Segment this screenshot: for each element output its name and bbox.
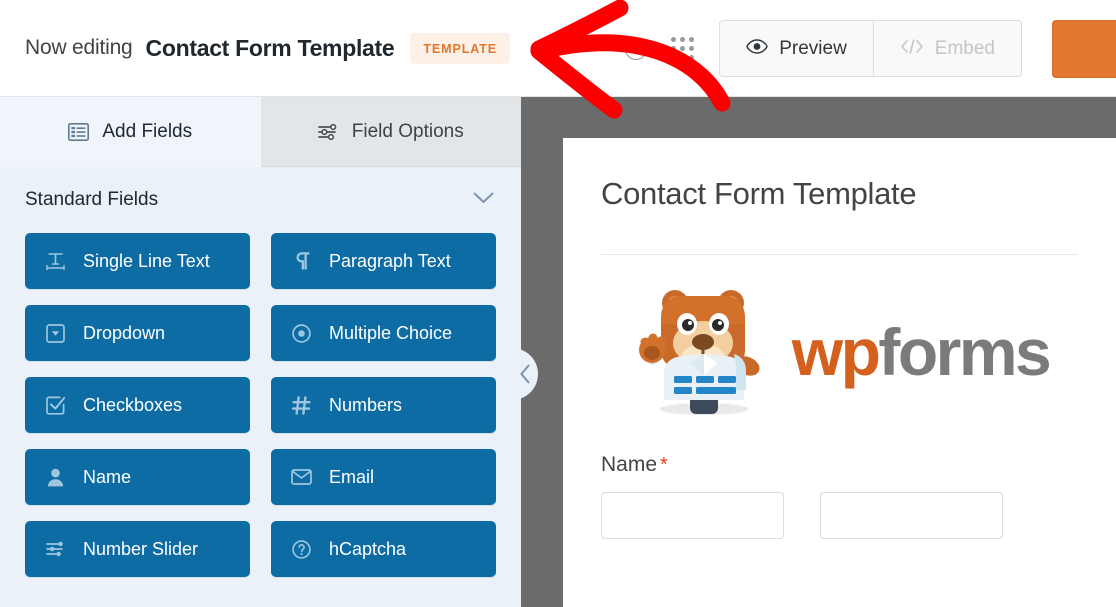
beaver-mascot-icon	[630, 280, 778, 425]
standard-fields-section-header[interactable]: Standard Fields	[0, 167, 521, 233]
field-button-number-slider[interactable]: Number Slider	[25, 521, 250, 577]
checkbox-check-icon	[45, 396, 66, 415]
embed-button[interactable]: Embed	[874, 21, 1021, 76]
apps-grid-button[interactable]	[665, 32, 699, 66]
header-actions: ? Preview Embed	[619, 0, 1116, 97]
field-button-label: Single Line Text	[83, 250, 210, 271]
field-button-name[interactable]: Name	[25, 449, 250, 505]
app-header: Now editing Contact Form Template TEMPLA…	[0, 0, 1116, 97]
logo-text-wp: wp	[791, 315, 881, 389]
field-button-hcaptcha[interactable]: hCaptcha	[271, 521, 496, 577]
standard-fields-grid: Single Line Text Paragraph Text Dropdown…	[0, 233, 521, 577]
field-button-checkboxes[interactable]: Checkboxes	[25, 377, 250, 433]
field-button-email[interactable]: Email	[271, 449, 496, 505]
chevron-down-icon[interactable]	[473, 191, 494, 209]
tab-field-options-label: Field Options	[351, 120, 464, 142]
code-brackets-icon	[900, 38, 924, 60]
tab-add-fields-label: Add Fields	[102, 120, 193, 142]
hash-icon	[291, 395, 312, 415]
status-badge: TEMPLATE	[410, 32, 511, 64]
required-marker: *	[660, 454, 668, 476]
radio-dot-icon	[291, 323, 312, 343]
name-field-label-text: Name	[601, 453, 658, 476]
preview-button-label: Preview	[779, 37, 847, 59]
builder-sidebar: Add Fields Field Options Standard Fields	[0, 97, 521, 607]
sliders-icon	[317, 123, 339, 141]
grid-dots-icon	[670, 37, 694, 60]
form-builder-screen: Now editing Contact Form Template TEMPLA…	[0, 0, 1116, 607]
name-field-inputs	[601, 492, 1078, 539]
eye-icon	[746, 38, 768, 60]
help-button[interactable]: ?	[619, 32, 653, 66]
field-button-label: Multiple Choice	[329, 322, 453, 343]
text-width-icon	[45, 252, 66, 270]
embed-button-label: Embed	[934, 37, 995, 59]
field-button-multiple-choice[interactable]: Multiple Choice	[271, 305, 496, 361]
form-preview-panel: Contact Form Template wpforms Name *	[563, 138, 1116, 607]
field-button-label: hCaptcha	[329, 538, 407, 559]
header-title-group: Now editing Contact Form Template TEMPLA…	[0, 32, 511, 64]
standard-fields-label: Standard Fields	[25, 189, 159, 210]
page-title: Contact Form Template	[145, 34, 395, 61]
field-button-numbers[interactable]: Numbers	[271, 377, 496, 433]
field-button-label: Email	[329, 466, 375, 487]
list-panel-icon	[68, 122, 90, 141]
logo-text-forms: forms	[878, 315, 1051, 389]
preview-button[interactable]: Preview	[720, 21, 874, 76]
envelope-icon	[291, 469, 312, 485]
sidebar-tabs: Add Fields Field Options	[0, 97, 521, 167]
question-circle-icon	[291, 539, 312, 559]
wpforms-wordmark: wpforms	[792, 319, 1052, 385]
question-mark-icon: ?	[625, 37, 648, 60]
wpforms-logo: wpforms	[601, 277, 1078, 427]
user-icon	[45, 468, 66, 487]
form-preview-canvas: Contact Form Template wpforms Name *	[521, 97, 1116, 607]
field-button-single-line-text[interactable]: Single Line Text	[25, 233, 250, 289]
pilcrow-icon	[291, 252, 312, 270]
save-button[interactable]	[1052, 19, 1116, 78]
divider	[601, 254, 1078, 255]
sliders-icon	[45, 540, 66, 558]
field-button-dropdown[interactable]: Dropdown	[25, 305, 250, 361]
name-field-label: Name *	[601, 453, 1078, 477]
field-button-label: Paragraph Text	[329, 250, 451, 271]
chevron-left-icon	[519, 364, 529, 384]
dropdown-caret-icon	[45, 323, 66, 343]
now-editing-label: Now editing	[25, 36, 133, 59]
tab-field-options[interactable]: Field Options	[260, 97, 521, 167]
field-button-label: Dropdown	[83, 322, 166, 343]
form-preview-heading: Contact Form Template	[601, 176, 917, 211]
preview-embed-button-group: Preview Embed	[719, 20, 1022, 77]
field-button-paragraph-text[interactable]: Paragraph Text	[271, 233, 496, 289]
tab-add-fields[interactable]: Add Fields	[0, 97, 261, 167]
first-name-input[interactable]	[601, 492, 784, 539]
field-button-label: Checkboxes	[83, 394, 183, 415]
field-button-label: Name	[83, 466, 132, 487]
field-button-label: Numbers	[329, 394, 403, 415]
last-name-input[interactable]	[820, 492, 1003, 539]
field-button-label: Number Slider	[83, 538, 199, 559]
